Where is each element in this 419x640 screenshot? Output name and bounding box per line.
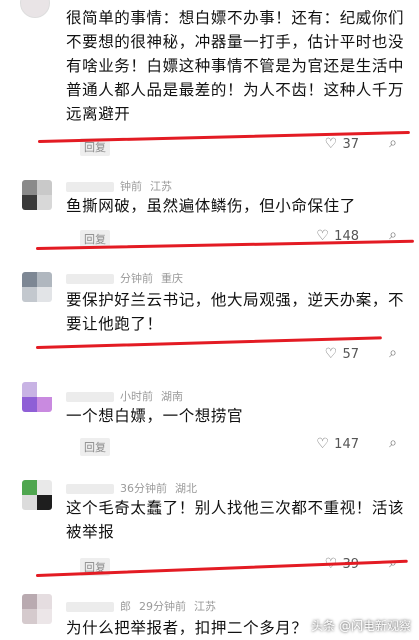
username-redacted — [66, 274, 114, 284]
heart-icon: ♡ — [324, 136, 338, 152]
comment-location: 湖南 — [161, 390, 183, 403]
avatar-block — [22, 495, 37, 510]
like-button[interactable]: ♡ 147 — [315, 436, 359, 452]
comment-time: 钟前 — [120, 180, 142, 193]
avatar[interactable] — [22, 480, 52, 510]
avatar-block — [37, 287, 52, 302]
comment-location: 重庆 — [161, 272, 183, 285]
author-partial: 郎 — [120, 600, 131, 613]
dislike-icon[interactable]: ⌕ — [389, 135, 397, 151]
comment-time: 分钟前 — [120, 272, 153, 285]
dislike-icon[interactable]: ⌕ — [389, 345, 397, 361]
comment-time: 小时前 — [120, 390, 153, 403]
avatar-block — [37, 180, 52, 195]
comment-meta: 36分钟前 湖北 — [66, 480, 205, 496]
avatar-block — [37, 382, 52, 397]
comment-text: 这个毛奇太蠢了！别人找他三次都不重视！活该被举报 — [66, 499, 405, 541]
username-redacted — [66, 182, 114, 192]
avatar-block — [22, 287, 37, 302]
avatar-block — [37, 272, 52, 287]
comment-meta: 钟前 江苏 — [66, 178, 180, 194]
watermark: 头条 @闪电新观察 — [311, 619, 411, 633]
username-redacted — [66, 602, 114, 612]
comment-meta: 郎 29分钟前 江苏 — [66, 598, 224, 614]
avatar-block — [37, 594, 52, 609]
avatar[interactable] — [22, 594, 52, 624]
avatar-block — [22, 480, 37, 495]
like-button[interactable]: ♡ 37 — [323, 136, 359, 152]
comment-text: 要保护好兰云书记，他大局观强，逆天办案，不要让他跑了！ — [66, 291, 405, 333]
heart-icon: ♡ — [316, 436, 329, 452]
dislike-icon[interactable]: ⌕ — [389, 435, 397, 451]
comment-text: 很简单的事情：想白嫖不办事！还有：纪威你们不要想的很神秘，冲器量一打手，估计平时… — [66, 9, 405, 123]
like-count: 147 — [334, 437, 359, 452]
avatar-block — [22, 180, 37, 195]
avatar[interactable] — [20, 0, 50, 18]
comment-location: 江苏 — [194, 600, 216, 613]
heart-icon: ♡ — [324, 346, 338, 362]
avatar-block — [37, 495, 52, 510]
avatar-block — [22, 272, 37, 287]
avatar[interactable] — [22, 180, 52, 210]
comment-meta: 小时前 湖南 — [66, 388, 191, 404]
avatar[interactable] — [22, 382, 52, 412]
comment-text: 一个想白嫖，一个想捞官 — [66, 407, 244, 425]
avatar-block — [37, 609, 52, 624]
like-count: 57 — [342, 347, 359, 362]
comment-time: 36分钟前 — [120, 482, 167, 495]
comment-text: 鱼撕网破，虽然遍体鳞伤，但小命保住了 — [66, 197, 356, 215]
comment-time: 29分钟前 — [139, 600, 186, 613]
avatar-block — [22, 195, 37, 210]
username-redacted — [66, 484, 114, 494]
avatar-block — [22, 382, 37, 397]
like-count: 37 — [342, 137, 359, 152]
avatar-block — [22, 609, 37, 624]
avatar-block — [22, 397, 37, 412]
comment-location: 江苏 — [150, 180, 172, 193]
comment-meta: 分钟前 重庆 — [66, 270, 191, 286]
avatar[interactable] — [22, 272, 52, 302]
avatar-block — [37, 480, 52, 495]
username-redacted — [66, 392, 114, 402]
avatar-block — [22, 594, 37, 609]
avatar-block — [37, 195, 52, 210]
reply-button[interactable]: 回复 — [80, 438, 110, 456]
avatar-block — [37, 397, 52, 412]
comment-location: 湖北 — [175, 482, 197, 495]
like-button[interactable]: ♡ 57 — [323, 346, 359, 362]
